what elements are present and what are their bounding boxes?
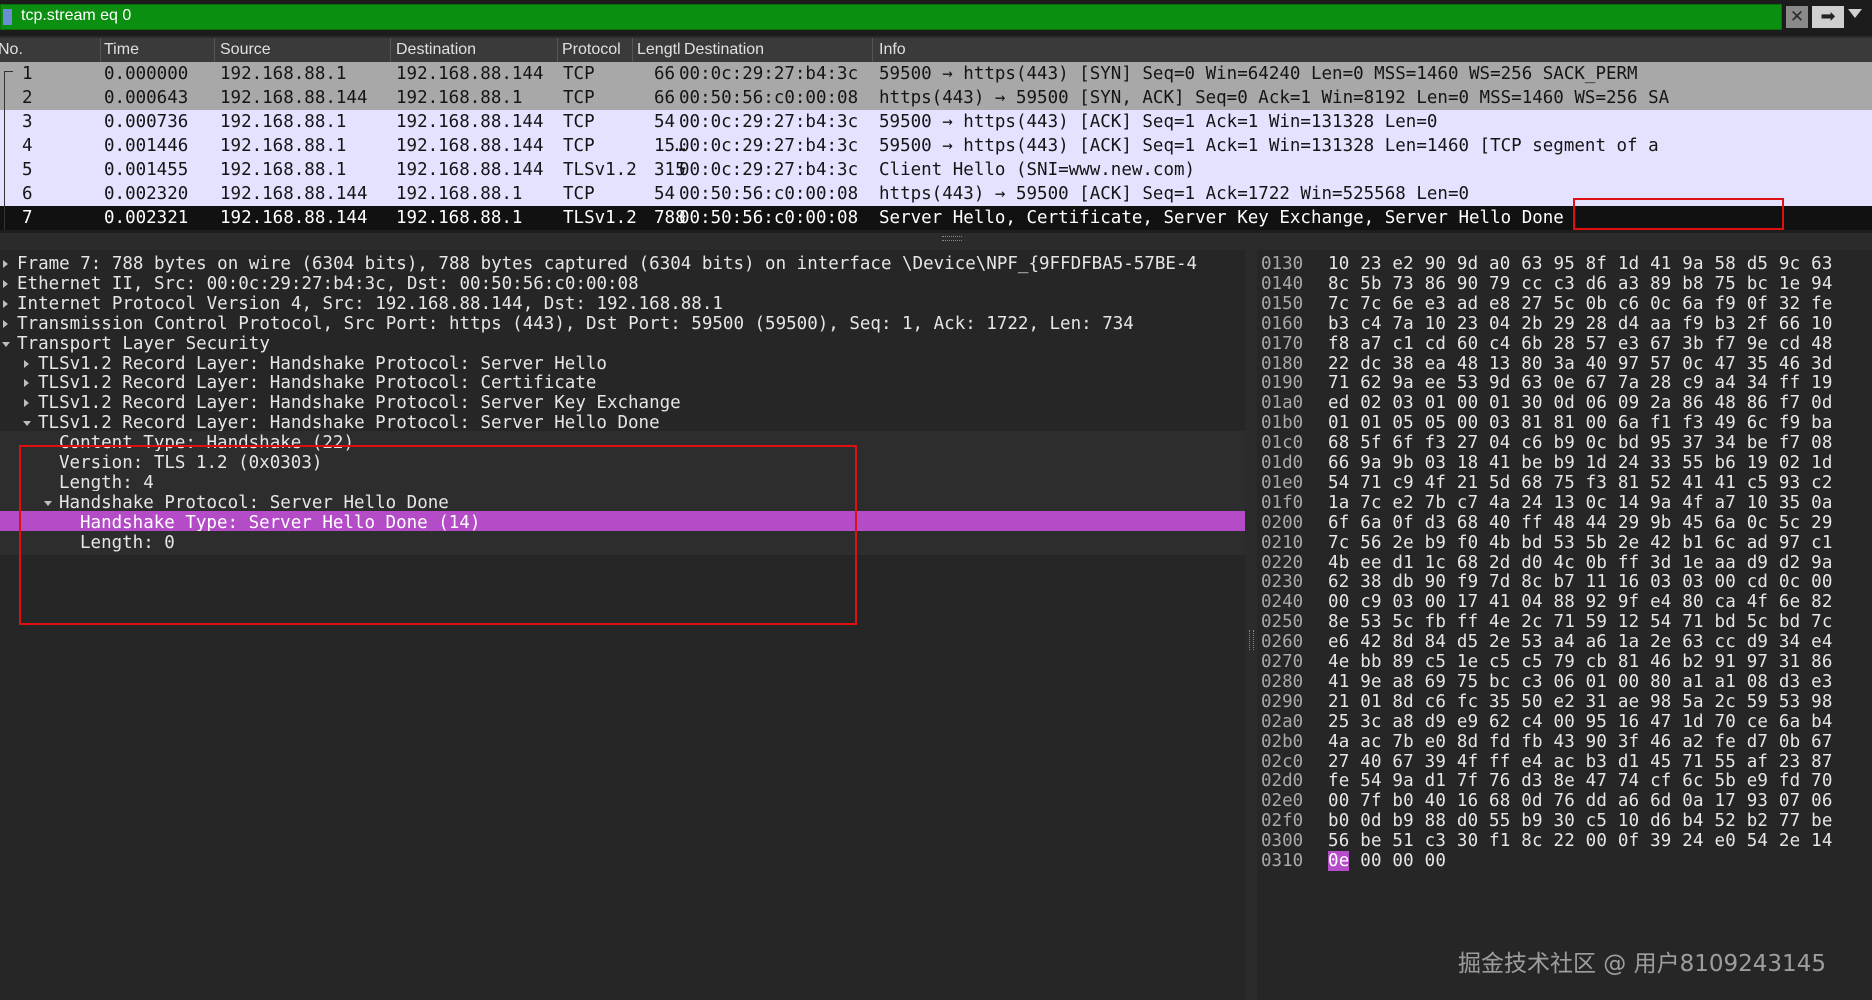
collapse-arrow-icon[interactable] [24,399,29,408]
hex-dump-row[interactable]: 0310 0e 00 00 00 [1257,849,1872,873]
packet-row[interactable]: 5 0.001455 192.168.88.1 192.168.88.144 TLSv1… [0,158,1872,182]
packet-no: 1 [22,64,33,84]
packet-destination-mac: 00:0c:29:27:b4:3c [679,64,859,84]
packet-length: 54 [654,112,676,132]
packet-protocol: TCP [563,112,595,132]
packet-info: 59500 → https(443) [SYN] Seq=0 Win=64240… [879,64,1638,84]
packet-bytes-pane: 0130 10 23 e2 90 9d a0 63 95 8f 1d 41 9a … [1257,250,1872,1000]
packet-time: 0.000736 [104,112,189,132]
packet-no: 4 [22,136,33,156]
packet-destination-mac: 00:50:56:c0:00:08 [679,208,859,228]
packet-source: 192.168.88.1 [220,160,347,180]
packet-info: 59500 → https(443) [ACK] Seq=1 Ack=1 Win… [879,112,1438,132]
packet-no: 6 [22,184,33,204]
packet-source: 192.168.88.144 [220,184,368,204]
packet-destination: 192.168.88.1 [396,88,523,108]
packet-destination-mac: 00:50:56:c0:00:08 [679,184,859,204]
collapse-arrow-icon[interactable] [24,379,29,388]
hex-bytes-rest: 00 00 00 [1349,851,1447,871]
packet-row[interactable]: 2 0.000643 192.168.88.144 192.168.88.1 TCP 66… [0,86,1872,110]
packet-time: 0.000643 [104,88,189,108]
packet-info: https(443) → 59500 [ACK] Seq=1 Ack=1722 … [879,184,1470,204]
column-header-no[interactable]: No. [0,41,23,59]
column-header-info[interactable]: Info [879,41,906,59]
collapse-arrow-icon[interactable] [3,299,8,308]
packet-info: https(443) → 59500 [SYN, ACK] Seq=0 Ack=… [879,88,1670,108]
packet-info: 59500 → https(443) [ACK] Seq=1 Ack=1 Win… [879,136,1659,156]
packet-time: 0.001446 [104,136,189,156]
column-header-time[interactable]: Time [104,41,139,59]
hex-offset: 0310 [1261,851,1304,871]
packet-no: 5 [22,160,33,180]
packet-time: 0.002320 [104,184,189,204]
packet-protocol: TLSv1.2 [563,208,637,228]
packet-source: 192.168.88.1 [220,112,347,132]
annotation-box-hello-done-record [19,445,857,625]
packet-destination: 192.168.88.1 [396,208,523,228]
display-filter-toolbar: tcp.stream eq 0 ✕ ➡ [0,0,1872,36]
expand-arrow-icon[interactable] [23,421,31,427]
packet-length: 54 [654,184,676,204]
packet-no: 3 [22,112,33,132]
packet-details-pane: Frame 7: 788 bytes on wire (6304 bits), … [0,250,1245,1000]
packet-time: 0.000000 [104,64,189,84]
packet-destination-mac: 00:0c:29:27:b4:3c [679,160,859,180]
pane-splitter[interactable] [0,233,1872,247]
expand-arrow-icon[interactable] [2,341,10,347]
collapse-arrow-icon[interactable] [3,319,8,328]
vertical-pane-splitter[interactable] [1245,250,1257,1000]
packet-protocol: TCP [563,88,595,108]
packet-row[interactable]: 4 0.001446 192.168.88.1 192.168.88.144 TCP 15… [0,134,1872,158]
collapse-arrow-icon[interactable] [3,260,8,268]
bookmark-icon[interactable] [3,9,12,25]
collapse-arrow-icon[interactable] [24,359,29,368]
packet-source: 192.168.88.144 [220,88,368,108]
column-header-source[interactable]: Source [220,41,271,59]
column-header-destination[interactable]: Destination [396,41,476,59]
packet-protocol: TCP [563,184,595,204]
packet-source: 192.168.88.1 [220,64,347,84]
conversation-bracket [4,71,13,230]
hex-bytes: 0e 00 00 00 [1328,849,1446,873]
column-header-protocol[interactable]: Protocol [562,41,621,59]
packet-row[interactable]: 3 0.000736 192.168.88.1 192.168.88.144 TCP 54… [0,110,1872,134]
display-filter-input[interactable]: tcp.stream eq 0 [0,4,1782,30]
collapse-arrow-icon[interactable] [3,279,8,288]
clear-filter-icon[interactable]: ✕ [1786,6,1808,28]
packet-no: 2 [22,88,33,108]
column-header-length[interactable]: Lengtl [637,41,681,59]
packet-protocol: TCP [563,64,595,84]
hex-byte-selected: 0e [1328,851,1350,871]
packet-info: Client Hello (SNI=www.new.com) [879,160,1196,180]
column-header-destination-mac[interactable]: Destination [684,41,764,59]
packet-destination: 192.168.88.144 [396,136,544,156]
packet-time: 0.001455 [104,160,189,180]
packet-destination-mac: 00:0c:29:27:b4:3c [679,112,859,132]
packet-no: 7 [22,208,33,228]
packet-protocol: TLSv1.2 [563,160,637,180]
packet-destination: 192.168.88.144 [396,112,544,132]
packet-destination: 192.168.88.1 [396,184,523,204]
display-filter-text: tcp.stream eq 0 [21,7,132,24]
watermark-text: 掘金技术社区 @ 用户8109243145 [1458,951,1826,977]
packet-protocol: TCP [563,136,595,156]
packet-destination: 192.168.88.144 [396,160,544,180]
packet-destination-mac: 00:50:56:c0:00:08 [679,88,859,108]
packet-row[interactable]: 1 0.000000 192.168.88.1 192.168.88.144 TCP 66… [0,62,1872,86]
packet-list-header: No. Time Source Destination Protocol Len… [0,38,1872,63]
packet-destination-mac: 00:0c:29:27:b4:3c [679,136,859,156]
packet-info: Server Hello, Certificate, Server Key Ex… [879,208,1564,228]
annotation-box-server-hello-done [1573,198,1784,230]
packet-source: 192.168.88.1 [220,136,347,156]
filter-history-dropdown-icon[interactable] [1848,9,1862,18]
packet-time: 0.002321 [104,208,189,228]
packet-source: 192.168.88.144 [220,208,368,228]
packet-length: 66 [654,88,676,108]
packet-destination: 192.168.88.144 [396,64,544,84]
packet-length: 66 [654,64,676,84]
apply-filter-icon[interactable]: ➡ [1812,6,1844,28]
